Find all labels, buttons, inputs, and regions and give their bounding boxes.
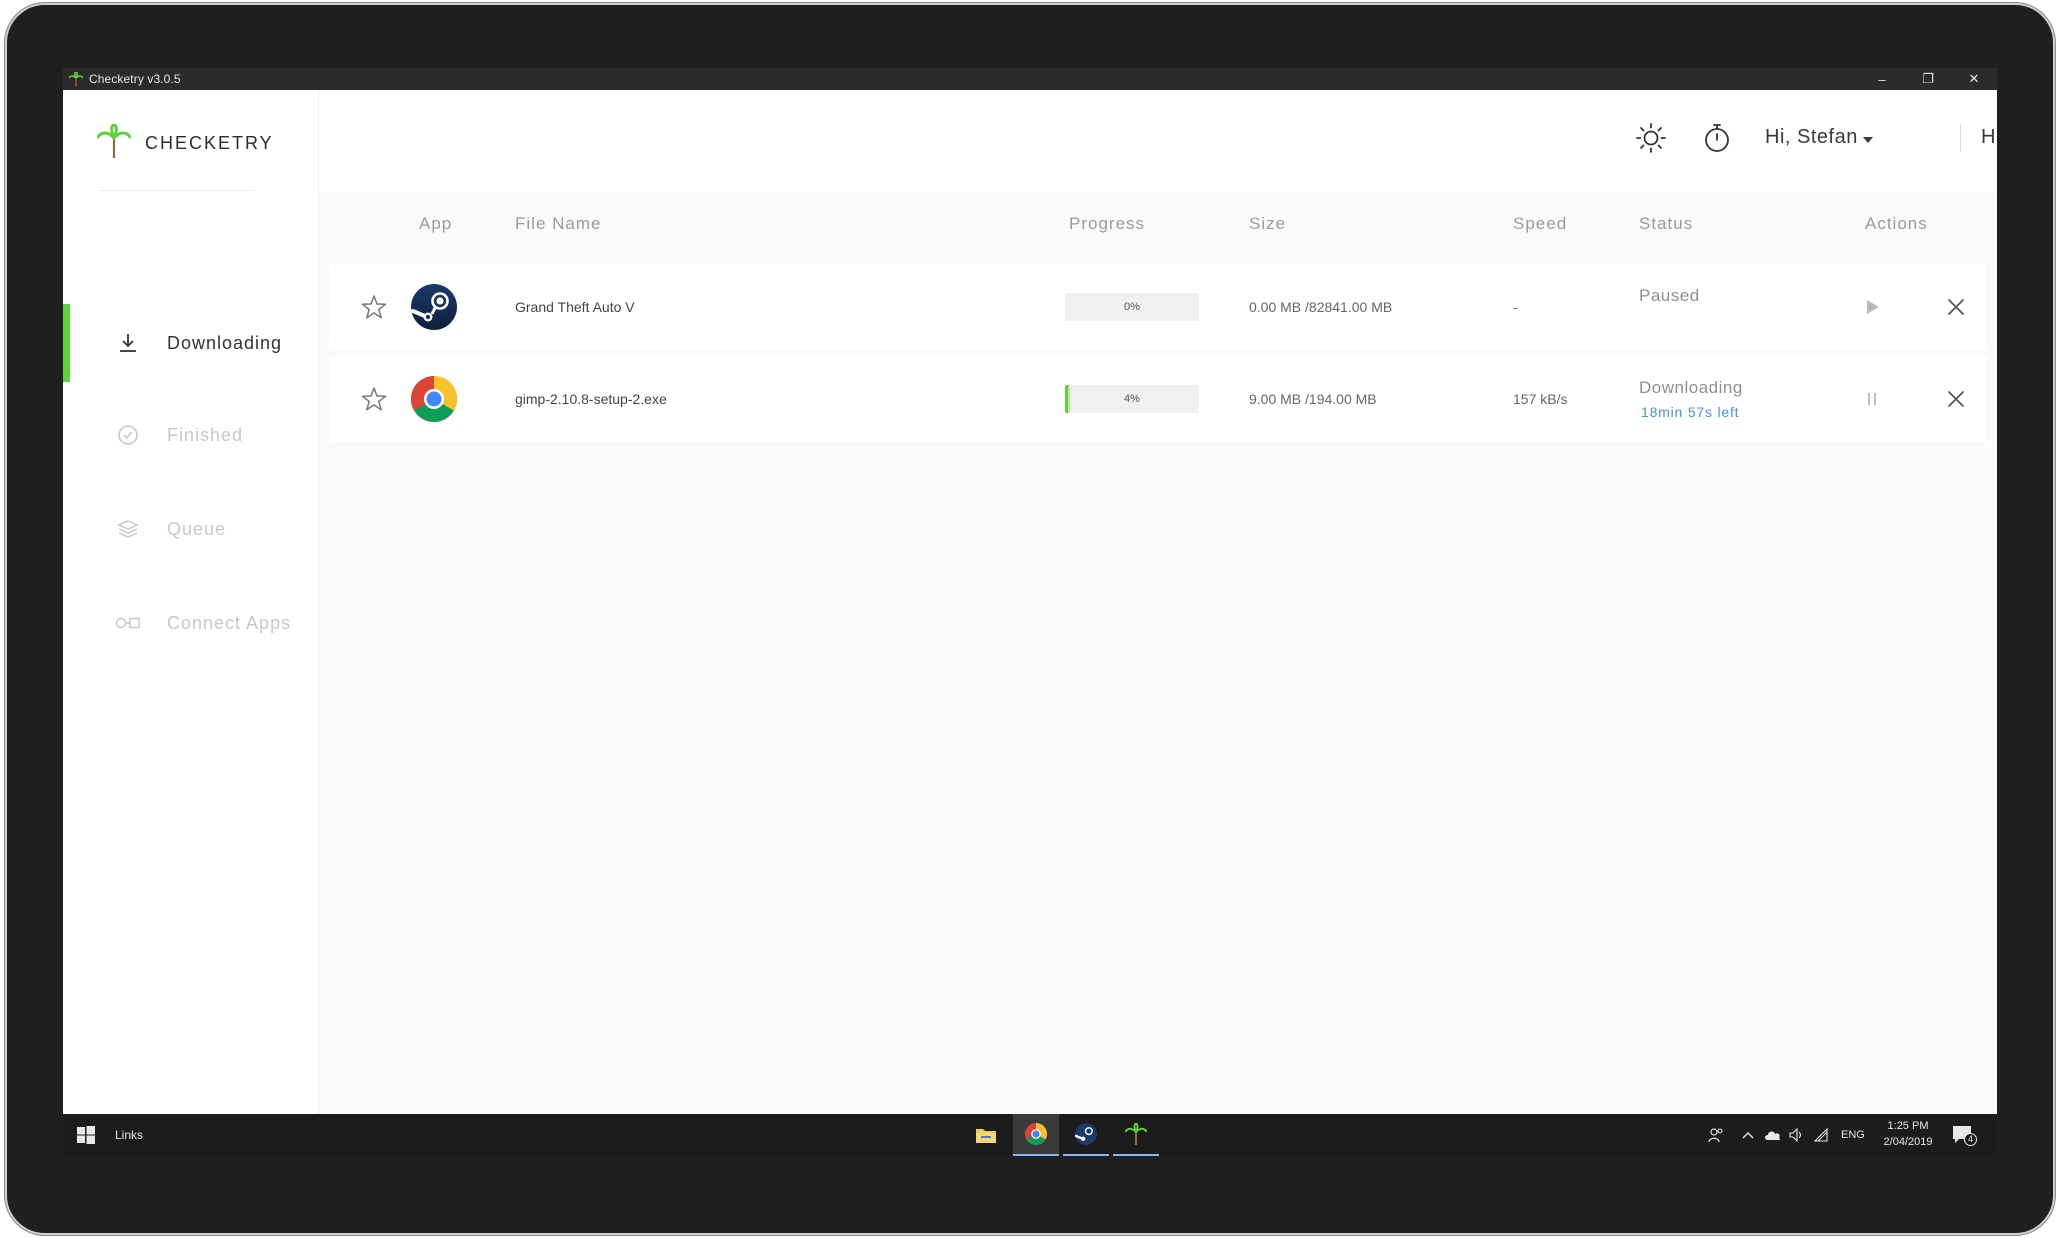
close-icon[interactable] (1941, 292, 1971, 322)
steam-icon (411, 284, 457, 330)
windows-start-icon[interactable] (77, 1126, 95, 1144)
people-icon[interactable] (1703, 1127, 1729, 1143)
taskbar-clock[interactable]: 1:25 PM 2/04/2019 (1879, 1118, 1937, 1150)
column-header-speed[interactable]: Speed (1513, 214, 1567, 234)
chrome-icon (411, 376, 457, 422)
palm-tree-icon (69, 72, 83, 86)
volume-icon[interactable] (1785, 1128, 1809, 1142)
column-header-status[interactable]: Status (1639, 214, 1693, 234)
sidebar-item-label: Connect Apps (167, 612, 292, 633)
window-title: Checketry v3.0.5 (89, 72, 181, 86)
column-header-actions: Actions (1865, 214, 1928, 233)
table-row[interactable]: Grand Theft Auto V 0% 0.00 MB /82841.00 … (329, 264, 1987, 350)
time-remaining: 18min 57s left (1641, 404, 1740, 420)
status-text: Paused (1639, 286, 1700, 305)
close-icon[interactable] (1941, 384, 1971, 414)
sidebar: CHECKETRY Downloading Finished Queue Con… (63, 90, 319, 1114)
progress-label: 0% (1124, 301, 1140, 313)
system-tray: ENG (1703, 1114, 1865, 1156)
progress-label: 4% (1124, 393, 1140, 405)
header-divider (1960, 124, 1961, 152)
downloads-panel: App File Name Progress Size Speed Status… (319, 192, 1997, 1114)
chevron-down-icon (1862, 136, 1873, 143)
close-window-button[interactable]: ✕ (1951, 68, 1997, 90)
taskbar-links[interactable]: Links (115, 1128, 143, 1142)
language-indicator[interactable]: ENG (1841, 1129, 1865, 1141)
chevron-up-icon[interactable] (1735, 1130, 1761, 1140)
file-name: gimp-2.10.8-setup-2.exe (515, 391, 667, 407)
pause-icon[interactable] (1857, 384, 1887, 414)
star-icon[interactable] (359, 292, 389, 322)
link-icon (115, 610, 141, 636)
table-row[interactable]: gimp-2.10.8-setup-2.exe 4% 9.00 MB /194.… (329, 356, 1987, 442)
progress-bar: 4% (1065, 385, 1199, 413)
star-icon[interactable] (359, 384, 389, 414)
chrome-icon[interactable] (1013, 1114, 1059, 1156)
brand[interactable]: CHECKETRY (96, 123, 274, 163)
network-icon[interactable] (1809, 1128, 1833, 1142)
column-header-size[interactable]: Size (1249, 214, 1286, 234)
screen: Checketry v3.0.5 – ❐ ✕ CHECKETRY Downloa… (63, 68, 1997, 1156)
notification-badge: 4 (1964, 1133, 1977, 1146)
clock-date: 2/04/2019 (1883, 1136, 1933, 1148)
file-explorer-icon[interactable] (963, 1114, 1009, 1156)
help-menu[interactable]: Help (1981, 126, 1997, 149)
file-name: Grand Theft Auto V (515, 299, 635, 315)
download-speed: - (1513, 299, 1518, 315)
brand-divider (99, 190, 255, 191)
steam-icon[interactable] (1063, 1114, 1109, 1156)
help-label: Help (1981, 126, 1997, 148)
sidebar-item-label: Queue (167, 518, 227, 539)
top-header: Hi, Stefan Help (319, 90, 1997, 192)
layers-icon (115, 516, 141, 542)
notification-center-icon[interactable]: 4 (1951, 1124, 1977, 1146)
onedrive-cloud-icon[interactable] (1761, 1129, 1785, 1141)
play-icon[interactable] (1857, 292, 1887, 322)
column-header-app[interactable]: App (419, 214, 452, 234)
sidebar-item-label: Finished (167, 424, 244, 445)
file-size: 0.00 MB /82841.00 MB (1249, 299, 1393, 315)
user-greeting: Hi, Stefan (1765, 126, 1858, 148)
sun-icon[interactable] (1633, 120, 1669, 156)
sidebar-item-connect-apps[interactable]: Connect Apps (63, 584, 319, 662)
status-text: Downloading (1639, 378, 1743, 397)
column-header-file-name[interactable]: File Name (515, 214, 601, 234)
brand-name: CHECKETRY (145, 133, 274, 153)
download-speed: 157 kB/s (1513, 391, 1568, 407)
window-controls: – ❐ ✕ (1859, 68, 1997, 90)
stopwatch-icon[interactable] (1699, 120, 1735, 156)
minimize-button[interactable]: – (1859, 68, 1905, 90)
clock-time: 1:25 PM (1887, 1120, 1929, 1132)
progress-bar: 0% (1065, 293, 1199, 321)
column-header-progress[interactable]: Progress (1069, 214, 1145, 234)
sidebar-item-downloading[interactable]: Downloading (63, 304, 319, 382)
download-icon (115, 330, 141, 356)
palm-tree-icon (96, 123, 132, 163)
sidebar-item-queue[interactable]: Queue (63, 490, 319, 568)
user-menu[interactable]: Hi, Stefan (1765, 126, 1873, 149)
palm-tree-icon[interactable] (1113, 1114, 1159, 1156)
file-size: 9.00 MB /194.00 MB (1249, 391, 1377, 407)
sidebar-item-label: Downloading (167, 332, 283, 353)
restore-button[interactable]: ❐ (1905, 68, 1951, 90)
sidebar-item-finished[interactable]: Finished (63, 396, 319, 474)
window-titlebar: Checketry v3.0.5 – ❐ ✕ (63, 68, 1997, 90)
check-circle-icon (115, 422, 141, 448)
taskbar: Links ENG 1:25 PM 2/04/2019 4 (63, 1114, 1997, 1156)
